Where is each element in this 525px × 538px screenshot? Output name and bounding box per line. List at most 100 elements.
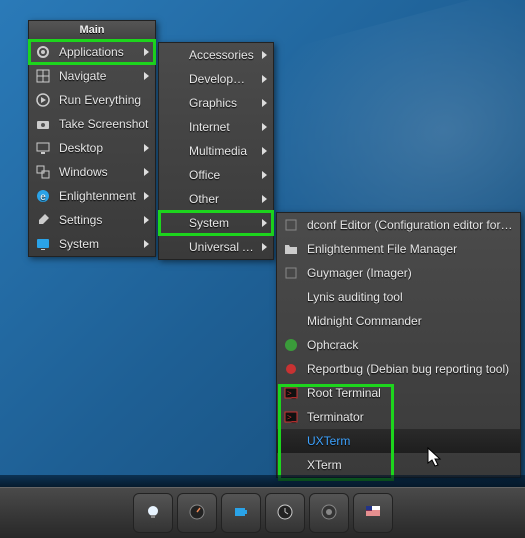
svg-text:>_: >_	[287, 389, 297, 398]
svg-text:e: e	[40, 192, 46, 203]
system-item-terminator[interactable]: >_Terminator	[277, 405, 520, 429]
blank-icon	[165, 71, 181, 87]
submenu-arrow-icon	[144, 144, 149, 152]
submenu-arrow-icon	[262, 195, 267, 203]
submenu-arrow-icon	[144, 72, 149, 80]
submenu-arrow-icon	[262, 75, 267, 83]
oph-icon	[283, 337, 299, 353]
applications-item-development[interactable]: Development	[159, 67, 273, 91]
menu-item-label: Reportbug (Debian bug reporting tool)	[307, 362, 514, 376]
menu-item-label: Take Screenshot	[59, 117, 149, 131]
menu-item-label: Applications	[59, 45, 136, 59]
system-item-uxterm[interactable]: UXTerm	[277, 429, 520, 453]
main-menu-item-windows[interactable]: Windows	[29, 160, 155, 184]
submenu-arrow-icon	[262, 123, 267, 131]
submenu-arrow-icon	[144, 48, 149, 56]
system-item-ophcrack[interactable]: Ophcrack	[277, 333, 520, 357]
system-item-midnight-commander[interactable]: Midnight Commander	[277, 309, 520, 333]
applications-item-universal-access[interactable]: Universal Access	[159, 235, 273, 259]
bug-icon	[283, 361, 299, 377]
system-item-reportbug-debian-bug-reporting-tool[interactable]: Reportbug (Debian bug reporting tool)	[277, 357, 520, 381]
windows-icon	[35, 164, 51, 180]
taskbar-gauge[interactable]	[177, 493, 217, 533]
submenu-arrow-icon	[262, 51, 267, 59]
main-menu: Main ApplicationsNavigateRun EverythingT…	[28, 20, 156, 257]
menu-item-label: Windows	[59, 165, 136, 179]
main-menu-item-system[interactable]: System	[29, 232, 155, 256]
bulb-icon	[145, 504, 161, 523]
submenu-arrow-icon	[262, 219, 267, 227]
main-menu-item-desktop[interactable]: Desktop	[29, 136, 155, 160]
main-menu-item-navigate[interactable]: Navigate	[29, 64, 155, 88]
taskbar-clock[interactable]	[265, 493, 305, 533]
main-menu-item-applications[interactable]: Applications	[29, 40, 155, 64]
blank-icon	[165, 47, 181, 63]
reflection-strip	[0, 475, 525, 487]
menu-item-label: Graphics	[189, 96, 254, 110]
camera-icon	[35, 116, 51, 132]
none-icon	[283, 289, 299, 305]
submenu-arrow-icon	[262, 147, 267, 155]
menu-item-label: dconf Editor (Configuration editor for d…	[307, 218, 514, 232]
menu-item-label: Guymager (Imager)	[307, 266, 514, 280]
blank-icon	[165, 239, 181, 255]
applications-item-internet[interactable]: Internet	[159, 115, 273, 139]
menu-item-label: Settings	[59, 213, 136, 227]
menu-item-label: Root Terminal	[307, 386, 514, 400]
battery-icon	[233, 504, 249, 523]
main-menu-item-run-everything[interactable]: Run Everything	[29, 88, 155, 112]
menu-item-label: Internet	[189, 120, 254, 134]
term-red-icon: >_	[283, 385, 299, 401]
submenu-arrow-icon	[262, 243, 267, 251]
menu-item-label: Enlightenment File Manager	[307, 242, 514, 256]
system-item-xterm[interactable]: XTerm	[277, 453, 520, 477]
applications-item-other[interactable]: Other	[159, 187, 273, 211]
menu-item-label: Desktop	[59, 141, 136, 155]
submenu-arrow-icon	[144, 192, 149, 200]
applications-item-graphics[interactable]: Graphics	[159, 91, 273, 115]
system-item-guymager-imager[interactable]: Guymager (Imager)	[277, 261, 520, 285]
system-item-dconf-editor-configuration-editor-for-dconf[interactable]: dconf Editor (Configuration editor for d…	[277, 213, 520, 237]
blank-icon	[165, 119, 181, 135]
gear-icon	[35, 44, 51, 60]
blank-icon	[165, 191, 181, 207]
system-item-lynis-auditing-tool[interactable]: Lynis auditing tool	[277, 285, 520, 309]
menu-item-label: Midnight Commander	[307, 314, 514, 328]
main-menu-item-take-screenshot[interactable]: Take Screenshot	[29, 112, 155, 136]
menu-item-label: Run Everything	[59, 93, 149, 107]
system-item-enlightenment-file-manager[interactable]: Enlightenment File Manager	[277, 237, 520, 261]
applications-item-system[interactable]: System	[159, 211, 273, 235]
main-menu-item-enlightenment[interactable]: e Enlightenment	[29, 184, 155, 208]
submenu-arrow-icon	[144, 240, 149, 248]
blank-icon	[283, 217, 299, 233]
applications-item-multimedia[interactable]: Multimedia	[159, 139, 273, 163]
blank-icon	[283, 265, 299, 281]
flag-icon	[365, 504, 381, 523]
main-menu-item-settings[interactable]: Settings	[29, 208, 155, 232]
menu-item-label: Universal Access	[189, 240, 254, 254]
applications-item-accessories[interactable]: Accessories	[159, 43, 273, 67]
applications-item-office[interactable]: Office	[159, 163, 273, 187]
menu-item-label: Enlightenment	[59, 189, 136, 203]
system-item-root-terminal[interactable]: >_ Root Terminal	[277, 381, 520, 405]
taskbar-flag[interactable]	[353, 493, 393, 533]
submenu-arrow-icon	[262, 99, 267, 107]
term-red-icon: >_	[283, 409, 299, 425]
menu-item-label: System	[189, 216, 254, 230]
menu-item-label: Other	[189, 192, 254, 206]
none-icon	[283, 457, 299, 473]
clock-icon	[277, 504, 293, 523]
submenu-arrow-icon	[144, 168, 149, 176]
none-icon	[283, 433, 299, 449]
run-icon	[35, 92, 51, 108]
menu-item-label: UXTerm	[307, 434, 514, 448]
menu-item-label: Office	[189, 168, 254, 182]
monitor-icon	[35, 236, 51, 252]
applications-submenu: AccessoriesDevelopment Graphics Internet Mu…	[158, 42, 274, 260]
none-icon	[283, 313, 299, 329]
desktop-icon	[35, 140, 51, 156]
taskbar-battery[interactable]	[221, 493, 261, 533]
taskbar-bulb[interactable]	[133, 493, 173, 533]
nav-icon	[35, 68, 51, 84]
taskbar-cpu[interactable]	[309, 493, 349, 533]
